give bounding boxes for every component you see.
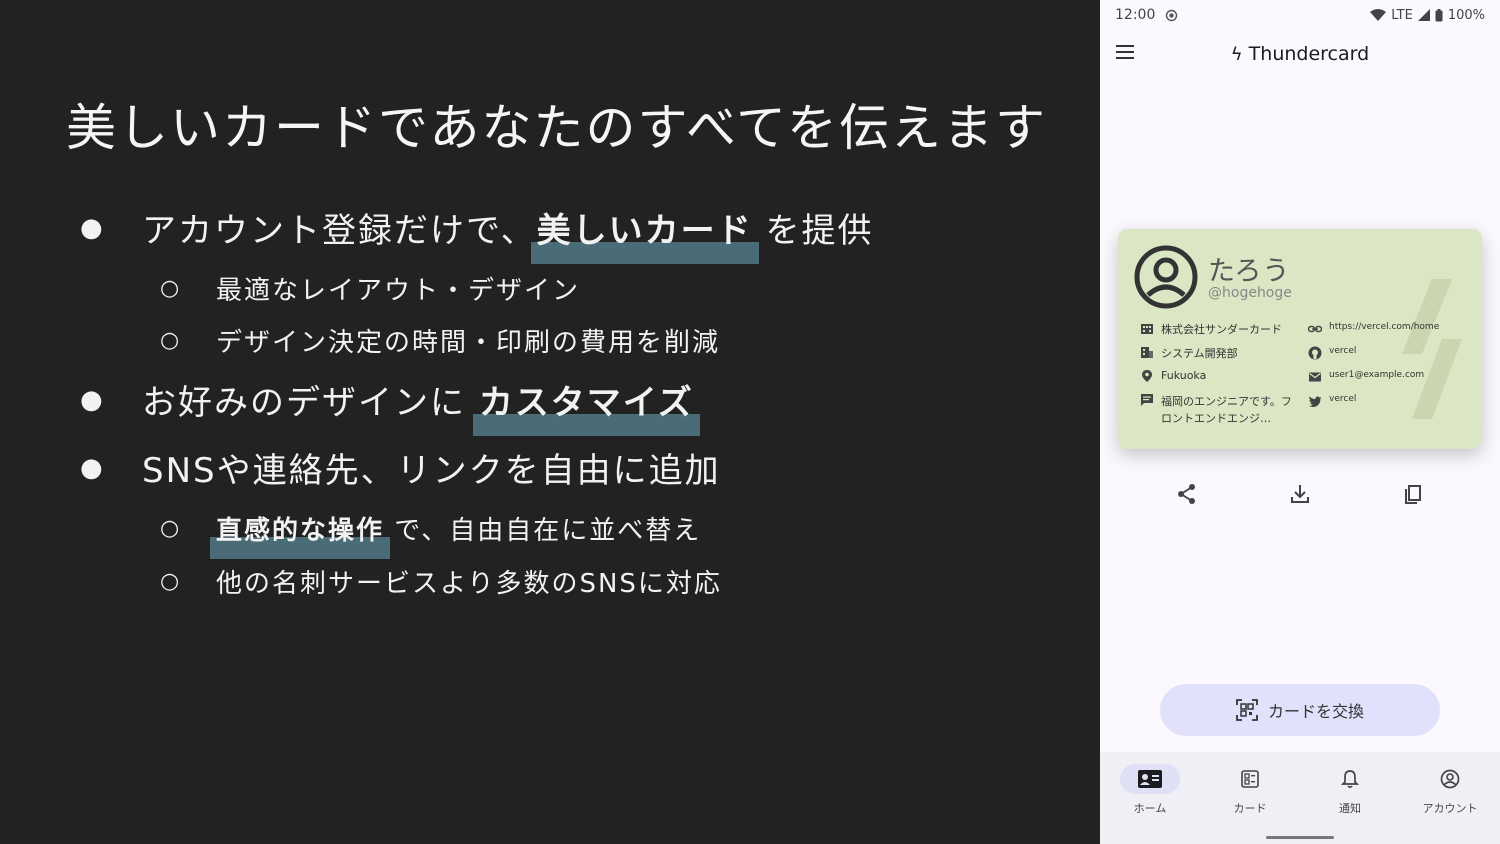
sub-bullet-2-text: デザイン決定の時間・印刷の費用を削減 — [216, 328, 721, 358]
bullet-1: ● アカウント登録だけで、美しいカード を提供 — [80, 203, 874, 264]
comment-icon — [1141, 394, 1153, 406]
bullet-1-highlight: 美しいカード — [530, 203, 759, 264]
nav-cards[interactable]: カード — [1200, 764, 1300, 816]
card-bio: 福岡のエンジニアです。フロントエンドエンジ… — [1140, 393, 1301, 427]
copy-icon[interactable] — [1399, 480, 1427, 508]
business-card[interactable]: たろう @hogehoge 株式会社サンダーカード システム開発部 Fukuok… — [1118, 229, 1482, 449]
presentation-slide: 美しいカードであなたのすべてを伝えます ● アカウント登録だけで、美しいカード … — [0, 0, 1100, 844]
sub-bullet-3-highlight: 直感的な操作 — [209, 510, 391, 559]
sub-bullet-circle: ○ — [160, 327, 182, 353]
battery-level: 100% — [1447, 7, 1485, 23]
nav-home-label: ホーム — [1133, 802, 1167, 815]
bell-icon — [1341, 770, 1359, 789]
bullet-2: ● お好みのデザインに カスタマイズ — [80, 375, 700, 436]
nav-notifications-label: 通知 — [1339, 802, 1361, 815]
bullet-2-text: お好みのデザインに — [142, 383, 479, 423]
bottom-navigation: ホーム カード 通知 アカウント — [1100, 752, 1500, 844]
status-time: 12:00 — [1115, 7, 1156, 23]
sub-bullet-circle: ○ — [160, 568, 182, 594]
github-icon — [1308, 346, 1322, 360]
card-location: Fukuoka — [1140, 369, 1206, 383]
bullet-dot: ● — [80, 452, 105, 483]
record-icon — [1166, 9, 1178, 21]
mail-icon — [1309, 372, 1321, 382]
building-icon — [1141, 324, 1153, 334]
exchange-card-label: カードを交換 — [1267, 702, 1364, 721]
avatar-icon — [1134, 245, 1198, 309]
twitter-icon — [1308, 396, 1321, 407]
slide-title: 美しいカードであなたのすべてを伝えます — [66, 99, 1047, 157]
card-name: たろう — [1208, 256, 1291, 287]
account-circle-icon — [1440, 769, 1460, 789]
bullet-1-text: アカウント登録だけで、 — [142, 211, 537, 251]
contact-card-icon — [1138, 770, 1162, 788]
qr-scan-icon — [1236, 699, 1258, 721]
card-email[interactable]: user1@example.com — [1308, 370, 1424, 384]
exchange-card-button[interactable]: カードを交換 — [1160, 684, 1440, 736]
app-bar: ϟ Thundercard — [1100, 32, 1500, 76]
thunder-watermark-icon — [1402, 279, 1462, 419]
sub-bullet-3: ○ 直感的な操作 で、自由自在に並べ替え — [160, 510, 702, 559]
share-icon[interactable] — [1173, 480, 1201, 508]
signal-icon — [1417, 9, 1430, 21]
link-icon — [1308, 325, 1322, 333]
nav-notifications[interactable]: 通知 — [1300, 764, 1400, 816]
card-actions — [1100, 480, 1500, 510]
bullet-2-highlight: カスタマイズ — [472, 375, 700, 436]
thunder-icon: ϟ — [1230, 44, 1243, 65]
nav-cards-label: カード — [1233, 802, 1267, 815]
sub-bullet-4-text: 他の名刺サービスより多数のSNSに対応 — [216, 569, 722, 599]
bullet-3: ● SNSや連絡先、リンクを自由に追加 — [80, 443, 721, 492]
sub-bullet-circle: ○ — [160, 275, 182, 301]
card-github[interactable]: vercel — [1308, 346, 1356, 360]
app-title: ϟ Thundercard — [1230, 43, 1370, 65]
bullet-1-text-end: を提供 — [752, 211, 874, 251]
wifi-icon — [1370, 9, 1387, 21]
card-company: 株式会社サンダーカード — [1140, 321, 1282, 337]
battery-icon — [1435, 8, 1443, 21]
sub-bullet-1: ○ 最適なレイアウト・デザイン — [160, 270, 580, 307]
bullet-dot: ● — [80, 384, 105, 415]
download-icon[interactable] — [1286, 480, 1314, 508]
bullet-dot: ● — [80, 212, 105, 243]
card-link[interactable]: https://vercel.com/home — [1308, 322, 1439, 336]
home-indicator — [1266, 836, 1334, 839]
department-icon — [1141, 347, 1153, 358]
phone-screen: 12:00 LTE 100% ϟ Thundercard たろう @hogehog… — [1100, 0, 1500, 844]
network-label: LTE — [1391, 7, 1413, 23]
sub-bullet-1-text: 最適なレイアウト・デザイン — [216, 276, 581, 306]
sub-bullet-4: ○ 他の名刺サービスより多数のSNSに対応 — [160, 563, 722, 600]
status-bar: 12:00 LTE 100% — [1100, 0, 1500, 30]
card-handle: @hogehoge — [1208, 285, 1292, 301]
nav-account[interactable]: アカウント — [1400, 764, 1500, 816]
bullet-3-text: SNSや連絡先、リンクを自由に追加 — [142, 451, 721, 491]
sub-bullet-circle: ○ — [160, 515, 182, 541]
card-list-icon — [1241, 770, 1259, 788]
nav-account-label: アカウント — [1422, 802, 1478, 815]
sub-bullet-2: ○ デザイン決定の時間・印刷の費用を削減 — [160, 322, 720, 359]
location-pin-icon — [1142, 370, 1152, 382]
card-department: システム開発部 — [1140, 345, 1238, 361]
nav-home[interactable]: ホーム — [1100, 764, 1200, 816]
sub-bullet-3-text: で、自由自在に並べ替え — [384, 516, 702, 546]
card-twitter[interactable]: vercel — [1308, 394, 1356, 408]
